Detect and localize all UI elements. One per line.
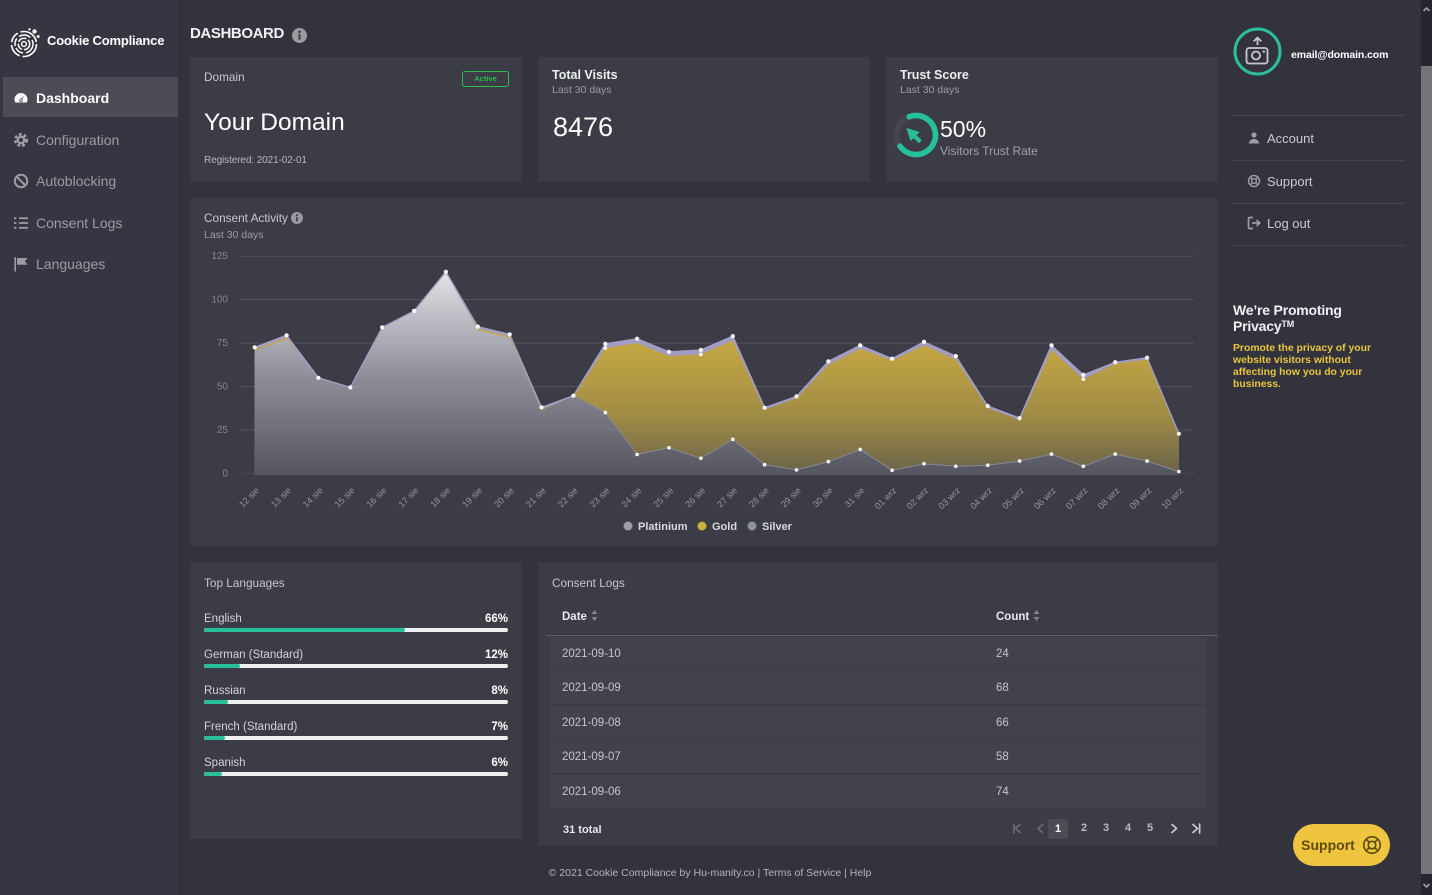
svg-text:08 wrz: 08 wrz — [1096, 485, 1122, 511]
svg-text:26 sie: 26 sie — [683, 485, 707, 509]
svg-text:Platinium: Platinium — [638, 521, 688, 533]
svg-text:100: 100 — [211, 295, 228, 306]
svg-text:14 sie: 14 sie — [301, 485, 325, 509]
svg-text:31 sie: 31 sie — [843, 485, 867, 509]
svg-text:03 wrz: 03 wrz — [936, 485, 962, 511]
svg-text:16 sie: 16 sie — [365, 485, 389, 509]
svg-text:20 sie: 20 sie — [492, 485, 516, 509]
svg-text:Silver: Silver — [762, 521, 793, 533]
svg-text:07 wrz: 07 wrz — [1064, 485, 1090, 511]
svg-text:24 sie: 24 sie — [619, 485, 643, 509]
svg-text:125: 125 — [211, 251, 228, 262]
svg-text:27 sie: 27 sie — [715, 485, 739, 509]
svg-text:23 sie: 23 sie — [588, 485, 612, 509]
svg-text:17 sie: 17 sie — [396, 485, 420, 509]
svg-text:12 sie: 12 sie — [237, 485, 261, 509]
svg-text:09 wrz: 09 wrz — [1128, 485, 1154, 511]
svg-text:0: 0 — [222, 468, 228, 479]
svg-text:50: 50 — [217, 382, 229, 393]
svg-text:13 sie: 13 sie — [269, 485, 293, 509]
svg-text:01 wrz: 01 wrz — [873, 485, 899, 511]
svg-text:25: 25 — [217, 425, 229, 436]
svg-text:30 sie: 30 sie — [811, 485, 835, 509]
svg-text:Gold: Gold — [712, 521, 737, 533]
svg-text:25 sie: 25 sie — [651, 485, 675, 509]
svg-text:29 sie: 29 sie — [779, 485, 803, 509]
svg-text:28 sie: 28 sie — [747, 485, 771, 509]
svg-text:02 wrz: 02 wrz — [905, 485, 931, 511]
svg-text:21 sie: 21 sie — [524, 485, 548, 509]
svg-text:05 wrz: 05 wrz — [1000, 485, 1026, 511]
svg-text:22 sie: 22 sie — [556, 485, 580, 509]
svg-text:18 sie: 18 sie — [428, 485, 452, 509]
svg-text:19 sie: 19 sie — [460, 485, 484, 509]
svg-text:04 wrz: 04 wrz — [968, 485, 994, 511]
svg-text:15 sie: 15 sie — [333, 485, 357, 509]
svg-text:10 wrz: 10 wrz — [1159, 485, 1185, 511]
svg-text:75: 75 — [217, 338, 229, 349]
svg-text:06 wrz: 06 wrz — [1032, 485, 1058, 511]
